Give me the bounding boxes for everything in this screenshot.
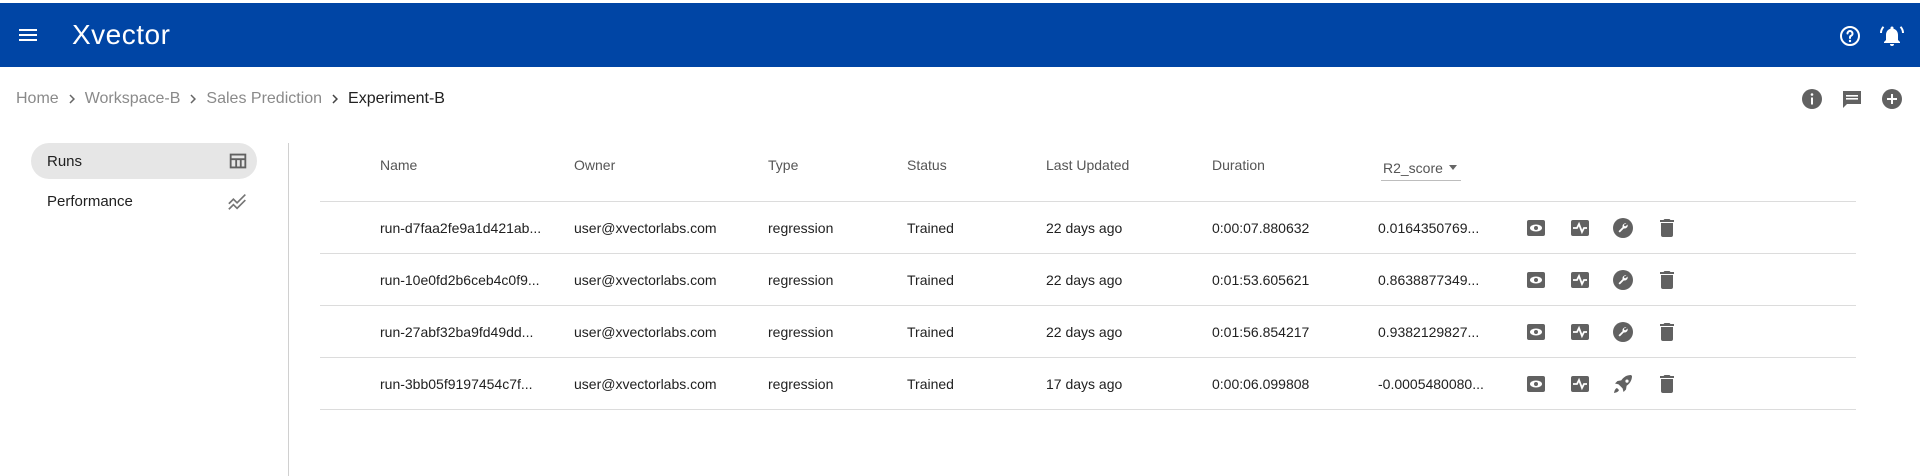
- menu-icon[interactable]: [16, 23, 40, 47]
- breadcrumb: Home Workspace-B Sales Prediction Experi…: [16, 88, 445, 110]
- metric-select-value: R2_score: [1383, 159, 1443, 176]
- cell-duration: 0:00:06.099808: [1212, 376, 1310, 392]
- cell-r2-score: 0.8638877349...: [1378, 272, 1480, 288]
- help-icon[interactable]: [1838, 24, 1862, 48]
- chevron-right-icon: [69, 94, 75, 104]
- chevron-right-icon: [332, 94, 339, 104]
- comment-icon[interactable]: [1840, 87, 1864, 111]
- breadcrumb-project[interactable]: Sales Prediction: [206, 90, 322, 108]
- cell-duration: 0:01:56.854217: [1212, 324, 1310, 340]
- cell-run-name[interactable]: run-27abf32ba9fd49dd...: [380, 324, 550, 340]
- cell-status: Trained: [907, 220, 954, 236]
- pulse-icon[interactable]: [1568, 268, 1592, 292]
- chevron-right-icon: [190, 94, 197, 104]
- info-icon[interactable]: [1800, 87, 1824, 111]
- add-circle-icon[interactable]: [1880, 87, 1904, 111]
- cell-status: Trained: [907, 376, 954, 392]
- breadcrumb-workspace[interactable]: Workspace-B: [85, 90, 181, 108]
- cell-owner: user@xvectorlabs.com: [574, 324, 717, 340]
- eye-icon[interactable]: [1524, 372, 1548, 396]
- cell-duration: 0:00:07.880632: [1212, 220, 1310, 236]
- cell-run-name[interactable]: run-3bb05f9197454c7f...: [380, 376, 550, 392]
- table-row: run-3bb05f9197454c7f... user@xvectorlabs…: [320, 358, 1856, 410]
- rocket-icon[interactable]: [1611, 372, 1635, 396]
- app-header: Xvector: [0, 3, 1920, 67]
- wrench-icon[interactable]: [1611, 320, 1635, 344]
- eye-icon[interactable]: [1524, 268, 1548, 292]
- cell-last-updated: 22 days ago: [1046, 220, 1123, 236]
- eye-icon[interactable]: [1524, 216, 1548, 240]
- cell-type: regression: [768, 324, 834, 340]
- runs-table: Name Owner Type Status Last Updated Dura…: [320, 143, 1856, 410]
- sidebar-item-runs[interactable]: Runs: [31, 143, 257, 179]
- wrench-icon[interactable]: [1611, 268, 1635, 292]
- trash-icon[interactable]: [1655, 216, 1679, 240]
- sidebar-item-label: Runs: [47, 152, 83, 170]
- cell-status: Trained: [907, 324, 954, 340]
- pulse-icon[interactable]: [1568, 320, 1592, 344]
- cell-run-name[interactable]: run-d7faa2fe9a1d421ab...: [380, 220, 550, 236]
- cell-last-updated: 22 days ago: [1046, 324, 1123, 340]
- sidebar-item-performance[interactable]: Performance: [31, 183, 257, 219]
- cell-last-updated: 17 days ago: [1046, 376, 1123, 392]
- table-header: Name Owner Type Status Last Updated Dura…: [320, 143, 1856, 202]
- cell-type: regression: [768, 220, 834, 236]
- cell-r2-score: 0.0164350769...: [1378, 220, 1480, 236]
- trash-icon[interactable]: [1655, 268, 1679, 292]
- dropdown-arrow-icon: [1448, 165, 1457, 170]
- cell-owner: user@xvectorlabs.com: [574, 220, 717, 236]
- column-header-name[interactable]: Name: [380, 157, 417, 173]
- pulse-icon[interactable]: [1568, 216, 1592, 240]
- cell-run-name[interactable]: run-10e0fd2b6ceb4c0f9...: [380, 272, 550, 288]
- trash-icon[interactable]: [1655, 372, 1679, 396]
- cell-duration: 0:01:53.605621: [1212, 272, 1310, 288]
- column-header-owner[interactable]: Owner: [574, 157, 615, 173]
- column-header-last-updated[interactable]: Last Updated: [1046, 157, 1129, 173]
- notification-bell-icon[interactable]: [1880, 24, 1904, 48]
- breadcrumb-experiment: Experiment-B: [348, 90, 445, 107]
- table-icon: [229, 153, 247, 169]
- column-header-type[interactable]: Type: [768, 157, 798, 173]
- cell-last-updated: 22 days ago: [1046, 272, 1123, 288]
- table-row: run-10e0fd2b6ceb4c0f9... user@xvectorlab…: [320, 254, 1856, 306]
- table-row: run-27abf32ba9fd49dd... user@xvectorlabs…: [320, 306, 1856, 358]
- column-header-duration[interactable]: Duration: [1212, 157, 1265, 173]
- breadcrumb-home[interactable]: Home: [16, 90, 59, 108]
- column-header-status[interactable]: Status: [907, 157, 947, 173]
- side-navigation: Runs Performance: [31, 143, 257, 223]
- trash-icon[interactable]: [1655, 320, 1679, 344]
- pulse-icon[interactable]: [1568, 372, 1592, 396]
- eye-icon[interactable]: [1524, 320, 1548, 344]
- sidebar-divider: [288, 143, 289, 476]
- metric-column-select[interactable]: R2_score: [1381, 155, 1461, 181]
- cell-r2-score: -0.0005480080...: [1378, 376, 1484, 392]
- table-row: run-d7faa2fe9a1d421ab... user@xvectorlab…: [320, 202, 1856, 254]
- wrench-icon[interactable]: [1611, 216, 1635, 240]
- app-logo: Xvector: [72, 19, 171, 50]
- cell-type: regression: [768, 272, 834, 288]
- cell-type: regression: [768, 376, 834, 392]
- cell-owner: user@xvectorlabs.com: [574, 272, 717, 288]
- cell-owner: user@xvectorlabs.com: [574, 376, 717, 392]
- cell-status: Trained: [907, 272, 954, 288]
- cell-r2-score: 0.9382129827...: [1378, 324, 1480, 340]
- sidebar-item-label: Performance: [47, 192, 133, 210]
- trending-chart-icon: [228, 193, 246, 210]
